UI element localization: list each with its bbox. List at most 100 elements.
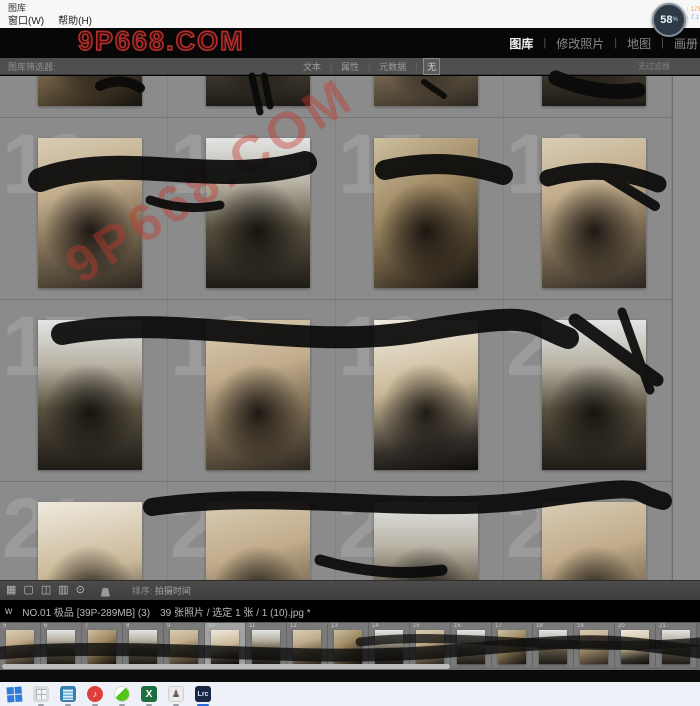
painter-spray-icon[interactable] (101, 585, 110, 597)
photo-thumbnail[interactable] (206, 320, 310, 470)
taskbar-app-green-app[interactable] (113, 685, 131, 703)
right-panel-collapsed[interactable] (672, 76, 700, 580)
grid-cell-12[interactable]: 12 (504, 76, 672, 117)
filmstrip-thumbnail[interactable] (6, 630, 34, 664)
taskbar-app-start[interactable] (5, 685, 23, 703)
filmstrip-index: 17 (495, 623, 502, 629)
filmstrip-item-12[interactable]: 12 (287, 623, 328, 667)
filter-option-3[interactable]: 无 (423, 58, 440, 75)
photo-thumbnail[interactable] (206, 138, 310, 288)
grid-cell-21[interactable]: 21 (0, 482, 168, 580)
grid-cell-11[interactable]: 11 (336, 76, 504, 117)
taskbar-app-figure-app[interactable]: ♟ (167, 685, 185, 703)
grid-cell-14[interactable]: 14 (168, 118, 336, 299)
photo-thumbnail[interactable] (374, 76, 478, 106)
grid-cell-10[interactable]: 10 (168, 76, 336, 117)
filmstrip-item-11[interactable]: 11 (246, 623, 287, 667)
grid-cell-9[interactable]: 9 (0, 76, 168, 117)
compare-view-icon[interactable]: ◫ (41, 585, 51, 596)
filter-options: 文本|属性|元数据|无 (300, 58, 440, 75)
survey-view-icon[interactable]: ▥ (58, 585, 68, 596)
filmstrip-thumbnail[interactable] (252, 630, 280, 664)
filter-preset-dropdown[interactable]: 无过滤器 (638, 61, 670, 72)
taskbar-app-calculator[interactable] (32, 685, 50, 703)
filmstrip-thumbnail[interactable] (662, 630, 690, 664)
filmstrip-item-14[interactable]: 14 (369, 623, 410, 667)
photo-thumbnail[interactable] (206, 76, 310, 106)
filmstrip-thumbnail[interactable] (375, 630, 403, 664)
module-tab-2[interactable]: 地图 (627, 35, 651, 52)
filmstrip-thumbnail[interactable] (416, 630, 444, 664)
filmstrip-thumbnail[interactable] (47, 630, 75, 664)
filmstrip-item-9[interactable]: 9 (164, 623, 205, 667)
filmstrip-item-20[interactable]: 20 (615, 623, 656, 667)
filmstrip-item-15[interactable]: 15 (410, 623, 451, 667)
grid-cell-17[interactable]: 17 (0, 300, 168, 481)
photo-thumbnail[interactable] (542, 138, 646, 288)
people-view-icon[interactable]: ⊙ (76, 585, 85, 596)
filmstrip-thumbnail[interactable] (170, 630, 198, 664)
lightroom-window: 图库 窗口(W)帮助(H) 58% ↑ 173 ↓ 7.1 9P668.COM … (0, 0, 700, 706)
filmstrip-thumbnail[interactable] (211, 630, 239, 664)
photo-thumbnail[interactable] (374, 320, 478, 470)
grid-cell-22[interactable]: 22 (168, 482, 336, 580)
filmstrip-item-8[interactable]: 8 (123, 623, 164, 667)
filmstrip-thumbnail[interactable] (88, 630, 116, 664)
taskbar-app-music[interactable]: ♪ (86, 685, 104, 703)
filmstrip-thumbnail[interactable] (539, 630, 567, 664)
filmstrip-thumbnail[interactable] (457, 630, 485, 664)
filter-option-0[interactable]: 文本 (300, 59, 324, 74)
menu-item-help[interactable]: 帮助(H) (58, 12, 92, 27)
photo-thumbnail[interactable] (542, 76, 646, 106)
photo-thumbnail[interactable] (38, 76, 142, 106)
filmstrip-item-17[interactable]: 17 (492, 623, 533, 667)
filmstrip-item-19[interactable]: 19 (574, 623, 615, 667)
filmstrip-item-13[interactable]: 13 (328, 623, 369, 667)
photo-thumbnail[interactable] (374, 502, 478, 580)
catalog-name[interactable]: NO.01 极品 [39P-289MB] (3) (22, 604, 150, 619)
filmstrip-item-5[interactable]: 5 (0, 623, 41, 667)
photo-thumbnail[interactable] (38, 320, 142, 470)
grid-cell-16[interactable]: 16 (504, 118, 672, 299)
taskbar-app-notepad[interactable] (59, 685, 77, 703)
filmstrip-item-16[interactable]: 16 (451, 623, 492, 667)
grid-cell-20[interactable]: 20 (504, 300, 672, 481)
filter-option-1[interactable]: 属性 (338, 59, 362, 74)
photo-thumbnail[interactable] (374, 138, 478, 288)
grid-cell-19[interactable]: 19 (336, 300, 504, 481)
grid-cell-18[interactable]: 18 (168, 300, 336, 481)
taskbar-app-lightroom[interactable]: Lrc (194, 685, 212, 703)
taskbar-app-excel[interactable]: X (140, 685, 158, 703)
sort-value: 拍摄时间 (155, 586, 191, 596)
filmstrip-item-18[interactable]: 18 (533, 623, 574, 667)
filmstrip-thumbnail[interactable] (498, 630, 526, 664)
module-tab-3[interactable]: 画册 (674, 35, 698, 52)
filmstrip-item-7[interactable]: 7 (82, 623, 123, 667)
grid-cell-13[interactable]: 13 (0, 118, 168, 299)
grid-cell-24[interactable]: 24 (504, 482, 672, 580)
filmstrip-thumbnail[interactable] (334, 630, 362, 664)
photo-thumbnail[interactable] (206, 502, 310, 580)
filmstrip-item-10[interactable]: 10 (205, 623, 246, 667)
filmstrip-item-6[interactable]: 6 (41, 623, 82, 667)
grid-cell-15[interactable]: 15 (336, 118, 504, 299)
sort-control[interactable]: 排序: 拍摄时间 (132, 584, 191, 597)
grid-view-icon[interactable]: ▦ (6, 585, 16, 596)
filmstrip-thumbnail[interactable] (129, 630, 157, 664)
filmstrip-item-21[interactable]: 21 (656, 623, 697, 667)
loupe-view-icon[interactable]: ▢ (23, 585, 33, 596)
photo-thumbnail[interactable] (38, 502, 142, 580)
photo-thumbnail[interactable] (542, 502, 646, 580)
grid-cell-23[interactable]: 23 (336, 482, 504, 580)
filmstrip-scrollbar[interactable] (2, 664, 450, 669)
performance-overlay-badge[interactable]: 58% (652, 3, 686, 37)
photo-thumbnail[interactable] (542, 320, 646, 470)
photo-thumbnail[interactable] (38, 138, 142, 288)
filter-option-2[interactable]: 元数据 (376, 59, 409, 74)
filmstrip-thumbnail[interactable] (293, 630, 321, 664)
filmstrip-thumbnail[interactable] (621, 630, 649, 664)
module-tab-1[interactable]: 修改照片 (556, 35, 604, 52)
module-tab-0[interactable]: 图库 (509, 35, 533, 52)
menu-item-window[interactable]: 窗口(W) (8, 12, 44, 27)
filmstrip-thumbnail[interactable] (580, 630, 608, 664)
